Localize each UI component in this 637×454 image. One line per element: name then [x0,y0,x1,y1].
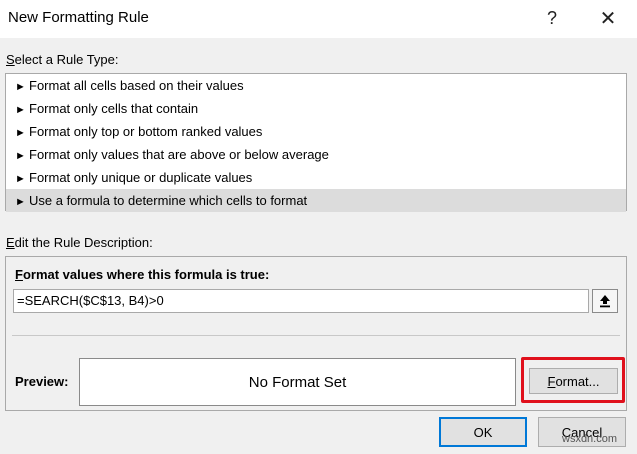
rule-type-item-cells-contain[interactable]: ► Format only cells that contain [6,97,626,120]
preview-label: Preview: [15,374,69,389]
watermark: wsxdn.com [562,433,618,445]
arrow-right-icon: ► [15,196,26,208]
preview-box: No Format Set [79,358,516,406]
rule-type-item-above-below-average[interactable]: ► Format only values that are above or be… [6,143,626,166]
rule-type-item-unique-duplicate[interactable]: ► Format only unique or duplicate values [6,166,626,189]
rule-description-label: Edit the Rule Description: [6,235,153,250]
close-icon: ✕ [599,7,617,30]
collapse-dialog-button[interactable] [592,289,618,313]
close-button[interactable]: ✕ [593,4,623,32]
rule-description-panel: Format values where this formula is true… [5,256,627,411]
title-bar: New Formatting Rule ? ✕ [0,0,637,38]
divider [12,335,620,336]
help-icon: ? [546,7,557,28]
arrow-right-icon: ► [15,150,26,162]
formula-input[interactable]: =SEARCH($C$13, B4)>0 [13,289,589,313]
arrow-right-icon: ► [15,173,26,185]
formula-heading: Format values where this formula is true… [15,267,270,282]
rule-type-list[interactable]: ► Format all cells based on their values … [5,73,627,212]
arrow-right-icon: ► [15,104,26,116]
ok-button[interactable]: OK [439,417,527,447]
preview-text: No Format Set [248,373,347,391]
rule-type-item-all-cells[interactable]: ► Format all cells based on their values [6,74,626,97]
arrow-right-icon: ► [15,81,26,93]
rule-type-label: Select a Rule Type: [6,52,119,67]
rule-type-item-top-bottom[interactable]: ► Format only top or bottom ranked values [6,120,626,143]
window-title: New Formatting Rule [8,9,149,26]
upload-arrow-icon [600,295,610,308]
rule-type-item-use-formula[interactable]: ► Use a formula to determine which cells … [6,189,626,212]
help-button[interactable]: ? [537,4,567,32]
arrow-right-icon: ► [15,127,26,139]
format-button[interactable]: Format... [529,368,618,394]
